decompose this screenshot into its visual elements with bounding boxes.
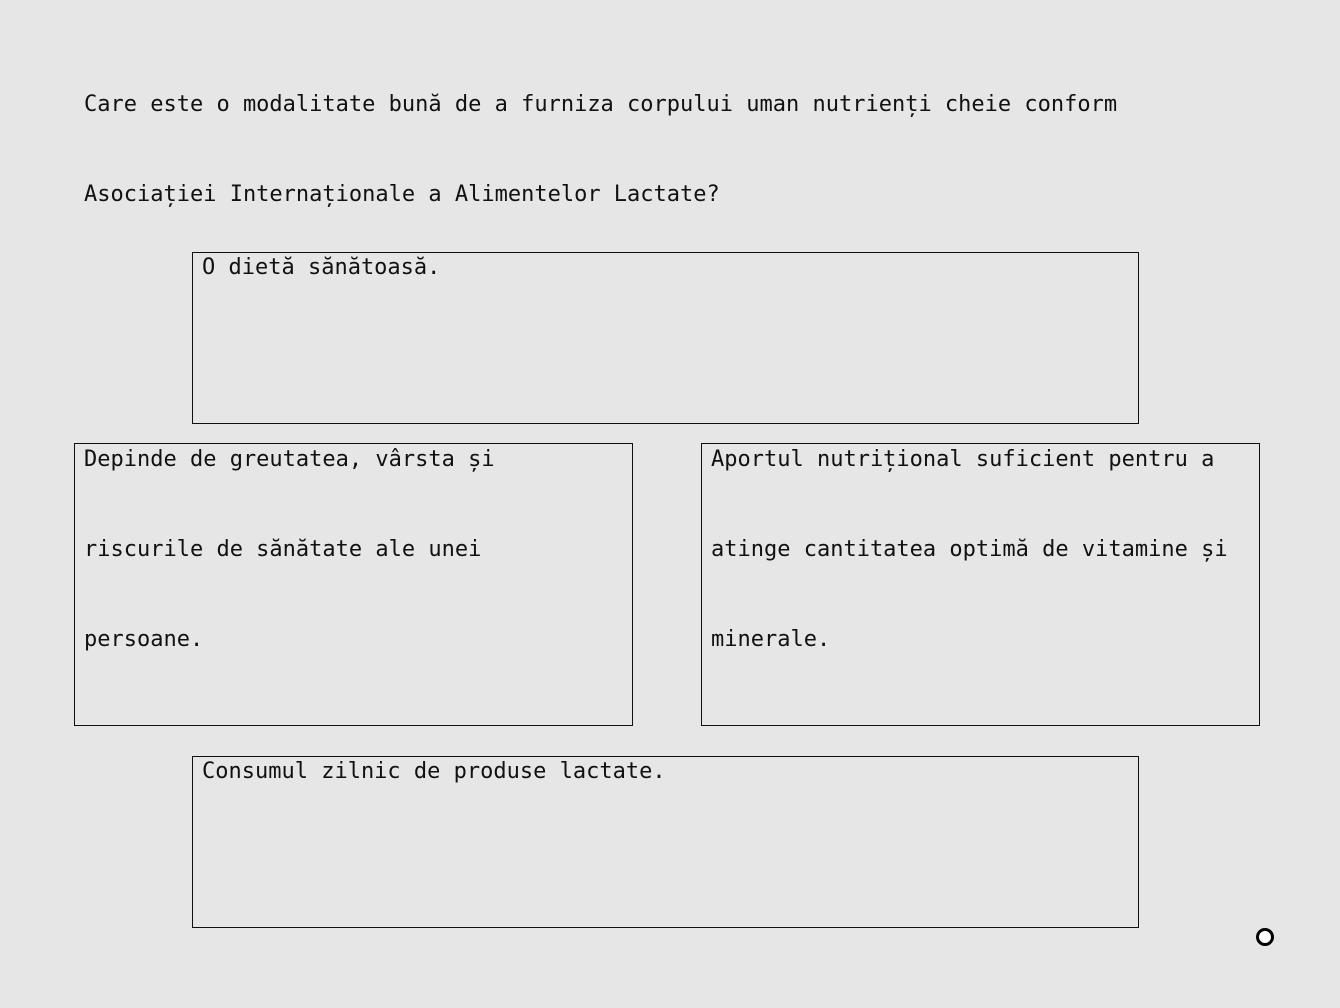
answer-option-b[interactable]: Depinde de greutatea, vârsta și riscuril… — [74, 443, 633, 726]
answer-c-text: Aportul nutrițional suficient pentru a a… — [711, 444, 1259, 685]
answer-d-line-1: Consumul zilnic de produse lactate. — [202, 759, 666, 784]
answer-b-line-1: Depinde de greutatea, vârsta și — [84, 447, 495, 472]
answer-b-line-2: riscurile de sănătate ale unei — [84, 537, 482, 562]
answer-c-line-1: Aportul nutrițional suficient pentru a — [711, 447, 1215, 472]
question-text: Care este o modalitate bună de a furniza… — [84, 60, 1264, 240]
question-line-1: Care este o modalitate bună de a furniza… — [84, 92, 1118, 117]
answer-c-line-2: atinge cantitatea optimă de vitamine și — [711, 537, 1228, 562]
answer-option-c[interactable]: Aportul nutrițional suficient pentru a a… — [701, 443, 1260, 726]
question-line-2: Asociației Internaționale a Alimentelor … — [84, 182, 720, 207]
answer-option-d[interactable]: Consumul zilnic de produse lactate. — [192, 756, 1139, 928]
cursor-ring-icon — [1256, 928, 1274, 946]
answer-b-text: Depinde de greutatea, vârsta și riscuril… — [84, 444, 632, 685]
answer-c-line-3: minerale. — [711, 627, 831, 652]
answer-a-line-1: O dietă sănătoasă. — [202, 255, 441, 280]
answer-b-line-3: persoane. — [84, 627, 204, 652]
answer-option-a[interactable]: O dietă sănătoasă. — [192, 252, 1139, 424]
